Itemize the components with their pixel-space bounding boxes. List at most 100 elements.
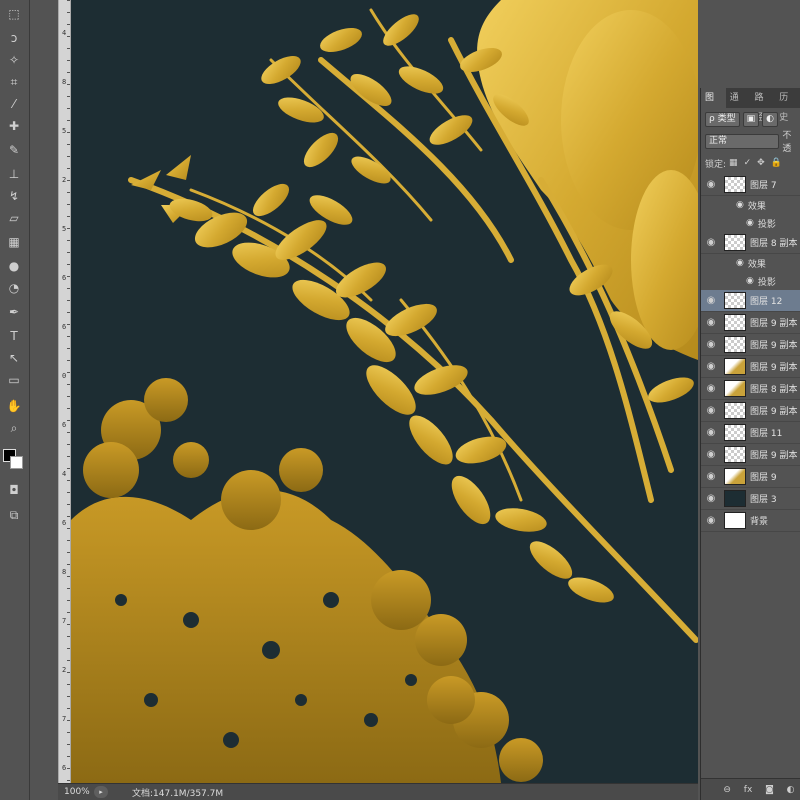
zoom-tool-icon[interactable]: ⌕ xyxy=(4,418,24,438)
eraser-tool-icon[interactable]: ▱ xyxy=(4,208,24,228)
effect-visibility-icon[interactable]: ◉ xyxy=(746,218,754,228)
layer-name: 图层 3 xyxy=(750,495,777,505)
marquee-tool-icon[interactable]: ⬚ xyxy=(4,4,24,24)
layer-name: 图层 8 副本 xyxy=(750,239,798,249)
lock-paint-icon[interactable]: ✓ xyxy=(744,158,752,168)
healing-brush-tool-icon[interactable]: ✚ xyxy=(4,116,24,136)
visibility-eye-icon[interactable]: ◉ xyxy=(704,405,718,416)
layer-name: 图层 9 副本 xyxy=(750,407,798,417)
link-layers-icon[interactable]: ⊖ xyxy=(723,785,731,795)
tab-2[interactable]: 路径 xyxy=(751,88,776,123)
layer-row[interactable]: ◉ 图层 12 xyxy=(701,290,800,312)
visibility-eye-icon[interactable]: ◉ xyxy=(704,515,718,526)
opacity-label: 不透 xyxy=(782,131,792,154)
visibility-eye-icon[interactable]: ◉ xyxy=(704,339,718,350)
layer-thumbnail xyxy=(724,234,746,251)
blur-tool-icon[interactable]: ● xyxy=(4,256,24,276)
clone-stamp-tool-icon[interactable]: ⊥ xyxy=(4,164,24,184)
hand-tool-icon[interactable]: ✋ xyxy=(4,396,24,416)
visibility-eye-icon[interactable]: ◉ xyxy=(704,361,718,372)
layer-name: 图层 9 副本 xyxy=(750,363,798,373)
visibility-eye-icon[interactable]: ◉ xyxy=(704,295,718,306)
layer-thumbnail xyxy=(724,512,746,529)
visibility-eye-icon[interactable]: ◉ xyxy=(704,179,718,190)
fx-icon[interactable]: fx xyxy=(744,785,753,795)
layer-name: 图层 9 副本 xyxy=(750,319,798,329)
history-brush-tool-icon[interactable]: ↯ xyxy=(4,186,24,206)
brush-tool-icon[interactable]: ✎ xyxy=(4,140,24,160)
layer-row[interactable]: ◉ 图层 9 副本 xyxy=(701,334,800,356)
crop-tool-icon[interactable]: ⌗ xyxy=(4,72,24,92)
ruler-label: 8 xyxy=(62,568,67,576)
tab-1[interactable]: 通道 xyxy=(726,88,751,123)
zoom-level[interactable]: 100% xyxy=(58,787,94,797)
visibility-eye-icon[interactable]: ◉ xyxy=(704,383,718,394)
rectangle-tool-icon[interactable]: ▭ xyxy=(4,370,24,390)
drop-shadow-effect-row[interactable]: ◉ 投影 xyxy=(701,214,800,232)
visibility-eye-icon[interactable]: ◉ xyxy=(704,493,718,504)
layer-row[interactable]: ◉ 图层 9 副本 xyxy=(701,444,800,466)
layer-row[interactable]: ◉ 图层 7 xyxy=(701,174,800,196)
visibility-eye-icon[interactable]: ◉ xyxy=(704,471,718,482)
layer-row[interactable]: ◉ 图层 8 副本 xyxy=(701,232,800,254)
status-menu-icon[interactable]: ▸ xyxy=(94,786,108,798)
layer-row[interactable]: ◉ 图层 9 副本 xyxy=(701,400,800,422)
layer-row[interactable]: ◉ 图层 9 副本 xyxy=(701,356,800,378)
dodge-tool-icon[interactable]: ◔ xyxy=(4,278,24,298)
filter-adjust-icon[interactable]: ◐ xyxy=(762,111,778,127)
layer-thumbnail xyxy=(724,490,746,507)
lock-pixels-icon[interactable]: ▦ xyxy=(729,158,738,168)
blend-mode-select[interactable]: 正常 xyxy=(705,133,780,149)
adjustment-layer-icon[interactable]: ◐ xyxy=(787,785,795,795)
gradient-tool-icon[interactable]: ▦ xyxy=(4,232,24,252)
type-tool-icon[interactable]: T xyxy=(4,326,24,346)
ruler-label: 0 xyxy=(62,372,67,380)
layer-row[interactable]: ◉ 图层 9 xyxy=(701,466,800,488)
drop-shadow-label: 投影 xyxy=(757,219,776,230)
effects-label: 效果 xyxy=(747,201,766,212)
layer-thumbnail xyxy=(724,468,746,485)
layer-row[interactable]: ◉ 图层 8 副本 xyxy=(701,378,800,400)
effect-visibility-icon[interactable]: ◉ xyxy=(746,276,754,286)
lock-all-icon[interactable]: 🔒 xyxy=(771,158,782,168)
path-selection-tool-icon[interactable]: ↖ xyxy=(4,348,24,368)
lock-label: 锁定: xyxy=(705,159,727,170)
layers-panel: 图层通道路径历史 ρ 类型 ▣ ◐ 正常 不透 锁定: ▦✓✥🔒 ◉图层 7◉效… xyxy=(700,88,800,800)
drop-shadow-effect-row[interactable]: ◉ 投影 xyxy=(701,272,800,290)
layer-effects-row[interactable]: ◉ 效果 xyxy=(701,196,800,214)
filter-image-icon[interactable]: ▣ xyxy=(742,111,760,127)
filter-type-select[interactable]: ρ 类型 xyxy=(705,111,740,127)
tab-3[interactable]: 历史 xyxy=(775,88,800,123)
panel-tabs: 图层通道路径历史 xyxy=(701,88,800,123)
visibility-eye-icon[interactable]: ◉ xyxy=(704,237,718,248)
lasso-tool-icon[interactable]: ↄ xyxy=(4,28,24,48)
document-info: 文档:147.1M/357.7M xyxy=(132,788,224,799)
ruler-label: 4 xyxy=(62,470,67,478)
toolbar-gap xyxy=(30,0,58,783)
visibility-eye-icon[interactable]: ◉ xyxy=(704,449,718,460)
vertical-ruler[interactable]: 4 8 5 2 5 6 6 0 6 4 6 8 7 2 7 6 xyxy=(58,0,71,783)
ruler-label: 6 xyxy=(62,764,67,772)
visibility-eye-icon[interactable]: ◉ xyxy=(704,317,718,328)
magic-wand-tool-icon[interactable]: ✧ xyxy=(4,50,24,70)
ruler-label: 6 xyxy=(62,274,67,282)
screen-mode-icon[interactable]: ⧉ xyxy=(4,505,24,525)
layer-row[interactable]: ◉ 图层 3 xyxy=(701,488,800,510)
tab-0[interactable]: 图层 xyxy=(701,88,726,123)
quick-mask-icon[interactable]: ◘ xyxy=(4,480,24,500)
ruler-label: 8 xyxy=(62,78,67,86)
background-color-swatch[interactable] xyxy=(10,456,23,469)
document-canvas[interactable] xyxy=(71,0,698,783)
add-mask-icon[interactable]: ◙ xyxy=(765,785,774,795)
layer-effects-row[interactable]: ◉ 效果 xyxy=(701,254,800,272)
layer-row[interactable]: ◉ 背景 xyxy=(701,510,800,532)
layer-row[interactable]: ◉ 图层 9 副本 xyxy=(701,312,800,334)
layer-row[interactable]: ◉ 图层 11 xyxy=(701,422,800,444)
lock-position-icon[interactable]: ✥ xyxy=(757,158,765,168)
visibility-eye-icon[interactable]: ◉ xyxy=(704,427,718,438)
ruler-label: 4 xyxy=(62,29,67,37)
effects-icon: ◉ xyxy=(736,258,744,268)
pen-tool-icon[interactable]: ✒ xyxy=(4,302,24,322)
eyedropper-tool-icon[interactable]: ⁄ xyxy=(4,94,24,114)
layer-thumbnail xyxy=(724,358,746,375)
